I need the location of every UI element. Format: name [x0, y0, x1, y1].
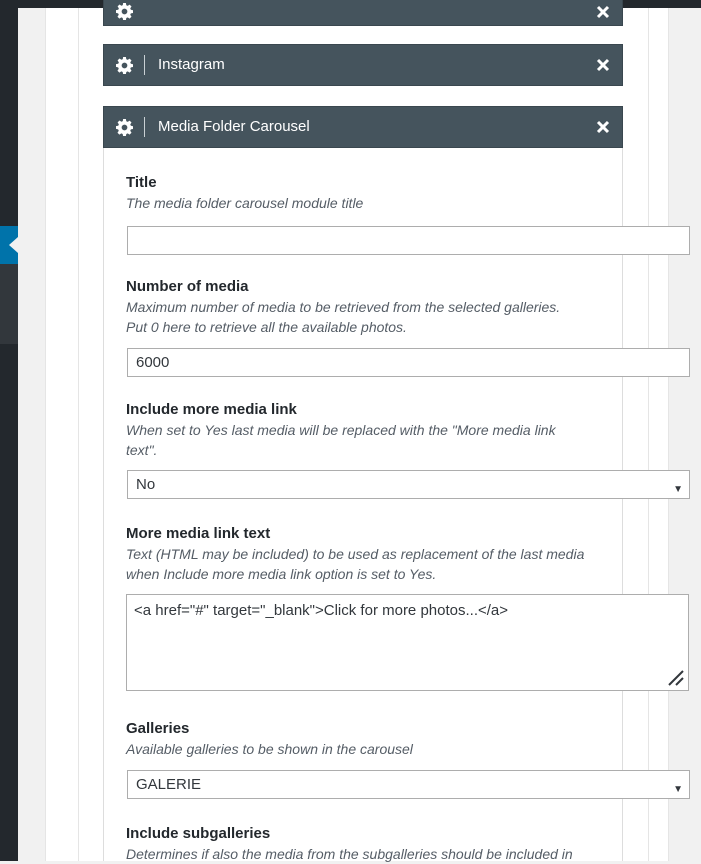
field-include-subgalleries: Include subgalleries Determines if also …	[126, 825, 606, 864]
close-icon[interactable]	[596, 5, 610, 19]
field-galleries: Galleries Available galleries to be show…	[126, 720, 606, 759]
field-title: Title The media folder carousel module t…	[126, 174, 606, 213]
field-description: Determines if also the media from the su…	[126, 846, 573, 862]
caret-down-icon: ▼	[673, 784, 683, 795]
module-header-instagram[interactable]: Instagram	[103, 44, 623, 86]
include-more-media-link-select[interactable]: No ▼	[127, 470, 690, 499]
description-line: Text (HTML may be included) to be used a…	[126, 546, 585, 562]
active-menu-arrow-icon	[9, 237, 18, 253]
admin-submenu	[0, 264, 18, 344]
gear-icon[interactable]	[116, 57, 133, 74]
module-title-media-folder-carousel: Media Folder Carousel	[158, 118, 310, 135]
field-label: Include more media link	[126, 401, 297, 418]
admin-sidebar	[0, 0, 18, 861]
close-icon[interactable]	[596, 120, 610, 134]
select-value: GALERIE	[136, 776, 202, 793]
resize-grip-icon[interactable]	[665, 667, 685, 687]
description-line: when Include more media link option is s…	[126, 566, 437, 582]
module-title-instagram: Instagram	[158, 56, 225, 73]
field-more-media-link-text: More media link text Text (HTML may be i…	[126, 525, 606, 584]
module-header-previous[interactable]	[103, 0, 623, 26]
field-include-more-media-link: Include more media link When set to Yes …	[126, 401, 606, 460]
field-description: Available galleries to be shown in the c…	[126, 741, 413, 757]
divider	[648, 8, 649, 861]
header-separator	[144, 117, 145, 137]
title-input[interactable]	[127, 226, 690, 255]
description-line: text".	[126, 442, 158, 458]
field-description: When set to Yes last media will be repla…	[126, 420, 606, 460]
field-number-of-media: Number of media Maximum number of media …	[126, 278, 606, 337]
more-media-link-text-textarea[interactable]: <a href="#" target="_blank">Click for mo…	[126, 594, 689, 691]
description-line: When set to Yes last media will be repla…	[126, 422, 556, 438]
field-label: Galleries	[126, 720, 190, 737]
gear-icon[interactable]	[116, 3, 133, 20]
module-header-media-folder-carousel[interactable]: Media Folder Carousel	[103, 106, 623, 148]
textarea-value: <a href="#" target="_blank">Click for mo…	[134, 602, 509, 619]
divider	[78, 8, 79, 861]
field-description: Maximum number of media to be retrieved …	[126, 297, 606, 337]
select-value: No	[136, 476, 156, 493]
gear-icon[interactable]	[116, 119, 133, 136]
close-icon[interactable]	[596, 58, 610, 72]
caret-down-icon: ▼	[673, 484, 683, 495]
galleries-select[interactable]: GALERIE ▼	[127, 770, 690, 799]
number-of-media-input[interactable]: 6000	[127, 348, 690, 377]
admin-menu-active-item[interactable]	[0, 226, 18, 264]
field-label: Title	[126, 174, 157, 191]
field-label: Include subgalleries	[126, 825, 271, 842]
field-description: Text (HTML may be included) to be used a…	[126, 544, 606, 584]
field-label: More media link text	[126, 525, 271, 542]
header-separator	[144, 55, 145, 75]
description-line: Maximum number of media to be retrieved …	[126, 299, 561, 315]
description-line: Put 0 here to retrieve all the available…	[126, 319, 407, 335]
field-label: Number of media	[126, 278, 249, 295]
field-description: The media folder carousel module title	[126, 195, 364, 211]
